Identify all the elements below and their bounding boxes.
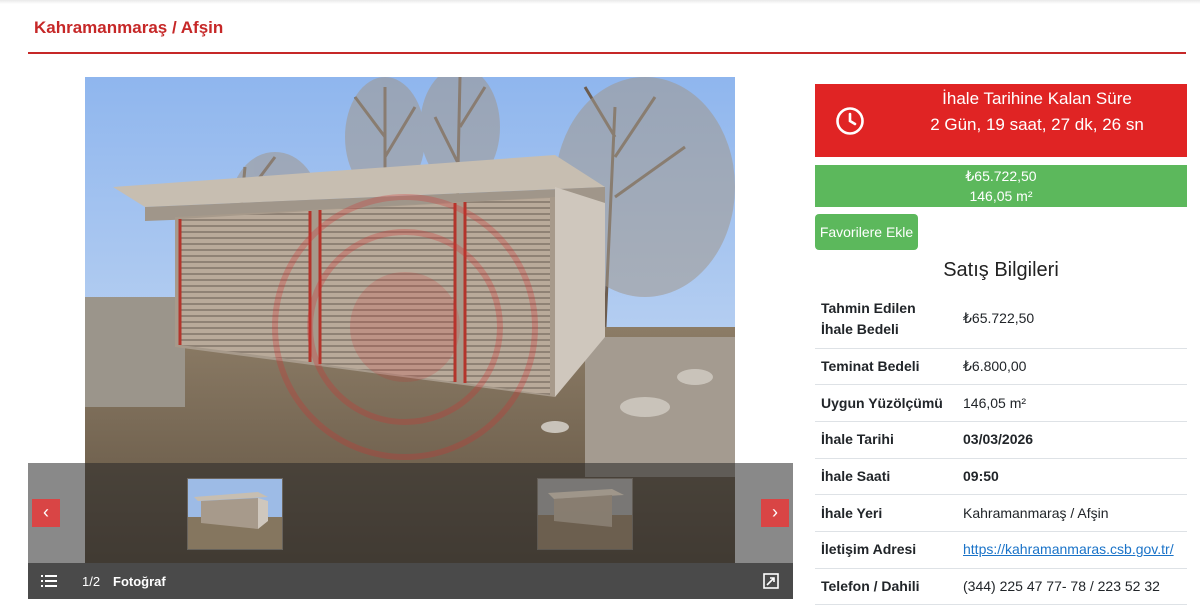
row-key: Uygun Yüzölçümü <box>815 384 957 422</box>
table-row: Teminat Bedeli ₺6.800,00 <box>815 348 1187 386</box>
table-row: İhale Tarihi 03/03/2026 <box>815 421 1187 459</box>
header-divider <box>28 52 1186 54</box>
row-value: Kahramanmaraş / Afşin <box>957 494 1187 532</box>
photo-counter: 1/2 <box>82 574 101 589</box>
list-icon[interactable] <box>40 572 58 590</box>
clock-icon <box>836 107 864 135</box>
contact-address-link[interactable]: https://kahramanmaras.csb.gov.tr/ <box>963 541 1174 557</box>
gallery-toolbar: 1/2 Fotoğraf <box>28 563 793 599</box>
row-value: ₺6.800,00 <box>957 348 1187 386</box>
sales-info-table: Tahmin Edilen İhale Bedeli ₺65.722,50 Te… <box>815 290 1187 606</box>
thumbnail-image <box>188 479 282 549</box>
row-value: 146,05 m² <box>957 384 1187 422</box>
table-row: İletişim Adresi https://kahramanmaras.cs… <box>815 531 1187 569</box>
table-row: Uygun Yüzölçümü 146,05 m² <box>815 384 1187 422</box>
page-title: Kahramanmaraş / Afşin <box>34 18 224 37</box>
sales-info-heading: Satış Bilgileri <box>943 259 1059 281</box>
countdown-value: 2 Gün, 19 saat, 27 dk, 26 sn <box>930 115 1144 134</box>
chevron-left-icon[interactable]: ‹ <box>32 499 60 527</box>
thumbnail-strip: ‹ › <box>28 463 793 563</box>
thumbnail-image <box>538 479 632 549</box>
price-summary: ₺65.722,50 146,05 m² <box>815 165 1187 207</box>
expand-icon[interactable] <box>762 572 780 590</box>
photo-label: Fotoğraf <box>113 574 166 589</box>
row-value: 09:50 <box>957 458 1187 496</box>
row-key: İhale Tarihi <box>815 421 957 459</box>
price-area: 146,05 m² <box>969 188 1033 204</box>
row-key: İhale Yeri <box>815 494 957 532</box>
top-nav-shadow <box>0 0 1200 4</box>
table-row: Telefon / Dahili (344) 225 47 77- 78 / 2… <box>815 568 1187 606</box>
table-row: İhale Saati 09:50 <box>815 458 1187 496</box>
row-key: İletişim Adresi <box>815 531 957 569</box>
table-row: İhale Yeri Kahramanmaraş / Afşin <box>815 494 1187 532</box>
row-value: ₺65.722,50 <box>957 290 1187 349</box>
photo-gallery: ‹ › 1/2 Fotoğraf <box>28 77 793 599</box>
countdown-title: İhale Tarihine Kalan Süre <box>942 89 1132 108</box>
auction-countdown: İhale Tarihine Kalan Süre 2 Gün, 19 saat… <box>815 84 1187 157</box>
price-amount: ₺65.722,50 <box>965 168 1037 184</box>
row-key: Teminat Bedeli <box>815 348 957 386</box>
row-value-cell: https://kahramanmaras.csb.gov.tr/ <box>957 531 1187 569</box>
row-value: (344) 225 47 77- 78 / 223 52 32 <box>957 568 1187 606</box>
table-row: Tahmin Edilen İhale Bedeli ₺65.722,50 <box>815 290 1187 349</box>
page: Kahramanmaraş / Afşin ‹ › 1/2 Fotoğraf İ… <box>0 0 1200 611</box>
thumbnail-2[interactable] <box>537 478 633 550</box>
thumbnail-1[interactable] <box>187 478 283 550</box>
row-key: Telefon / Dahili <box>815 568 957 606</box>
row-key: İhale Saati <box>815 458 957 496</box>
chevron-right-icon[interactable]: › <box>761 499 789 527</box>
row-key: Tahmin Edilen İhale Bedeli <box>815 290 957 349</box>
add-to-favorites-button[interactable]: Favorilere Ekle <box>815 214 918 250</box>
row-value: 03/03/2026 <box>957 421 1187 459</box>
